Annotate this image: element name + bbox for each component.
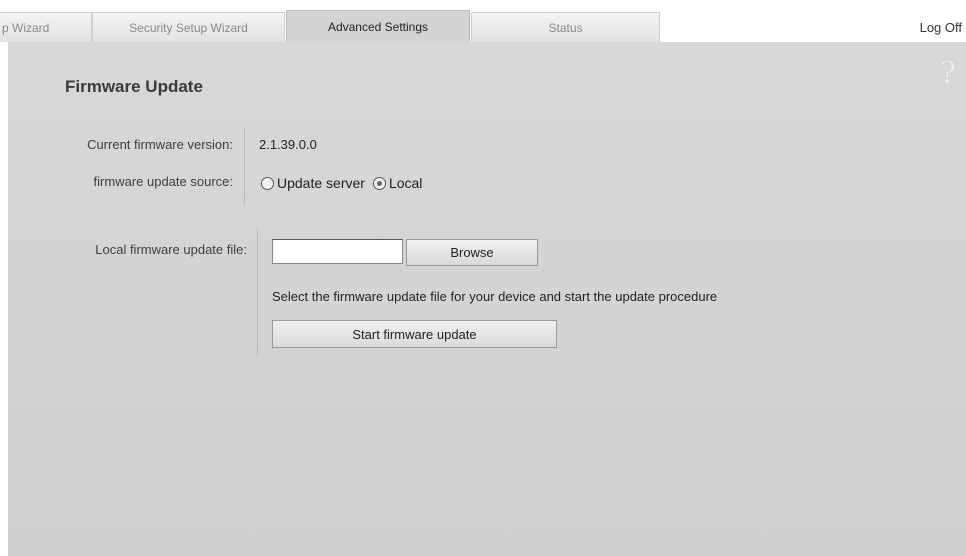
help-icon[interactable]: ? [940,56,956,91]
tab-advanced-settings[interactable]: Advanced Settings [286,10,470,42]
top-navigation: p Wizard Security Setup Wizard Advanced … [0,0,966,42]
divider [244,127,245,204]
update-server-label: Update server [277,175,365,191]
local-label: Local [388,175,423,191]
local-radio[interactable] [372,176,386,190]
update-server-radio[interactable] [261,176,274,190]
radio-option-local[interactable]: Local [372,175,423,191]
tab-security-setup-wizard[interactable]: Security Setup Wizard [92,12,285,42]
radio-option-update-server[interactable]: Update server [261,175,365,191]
firmware-source-radio-group: Update server Local [261,175,430,191]
log-off-link[interactable]: Log Off [920,20,962,35]
page-title: Firmware Update [65,77,203,96]
tab-setup-wizard[interactable]: p Wizard [0,12,92,42]
current-firmware-version-label: Current firmware version: [87,137,233,152]
firmware-update-source-label: firmware update source: [93,174,233,189]
local-firmware-file-label: Local firmware update file: [95,242,247,257]
local-firmware-file-input[interactable] [272,239,403,264]
current-firmware-version-value: 2.1.39.0.0 [259,137,317,152]
firmware-update-hint: Select the firmware update file for your… [272,289,718,304]
browse-button[interactable]: Browse [406,239,538,266]
start-firmware-update-button[interactable]: Start firmware update [272,320,557,348]
tab-status[interactable]: Status [471,12,660,42]
content-panel: ? Firmware Update Current firmware versi… [8,42,966,556]
divider [257,229,258,356]
